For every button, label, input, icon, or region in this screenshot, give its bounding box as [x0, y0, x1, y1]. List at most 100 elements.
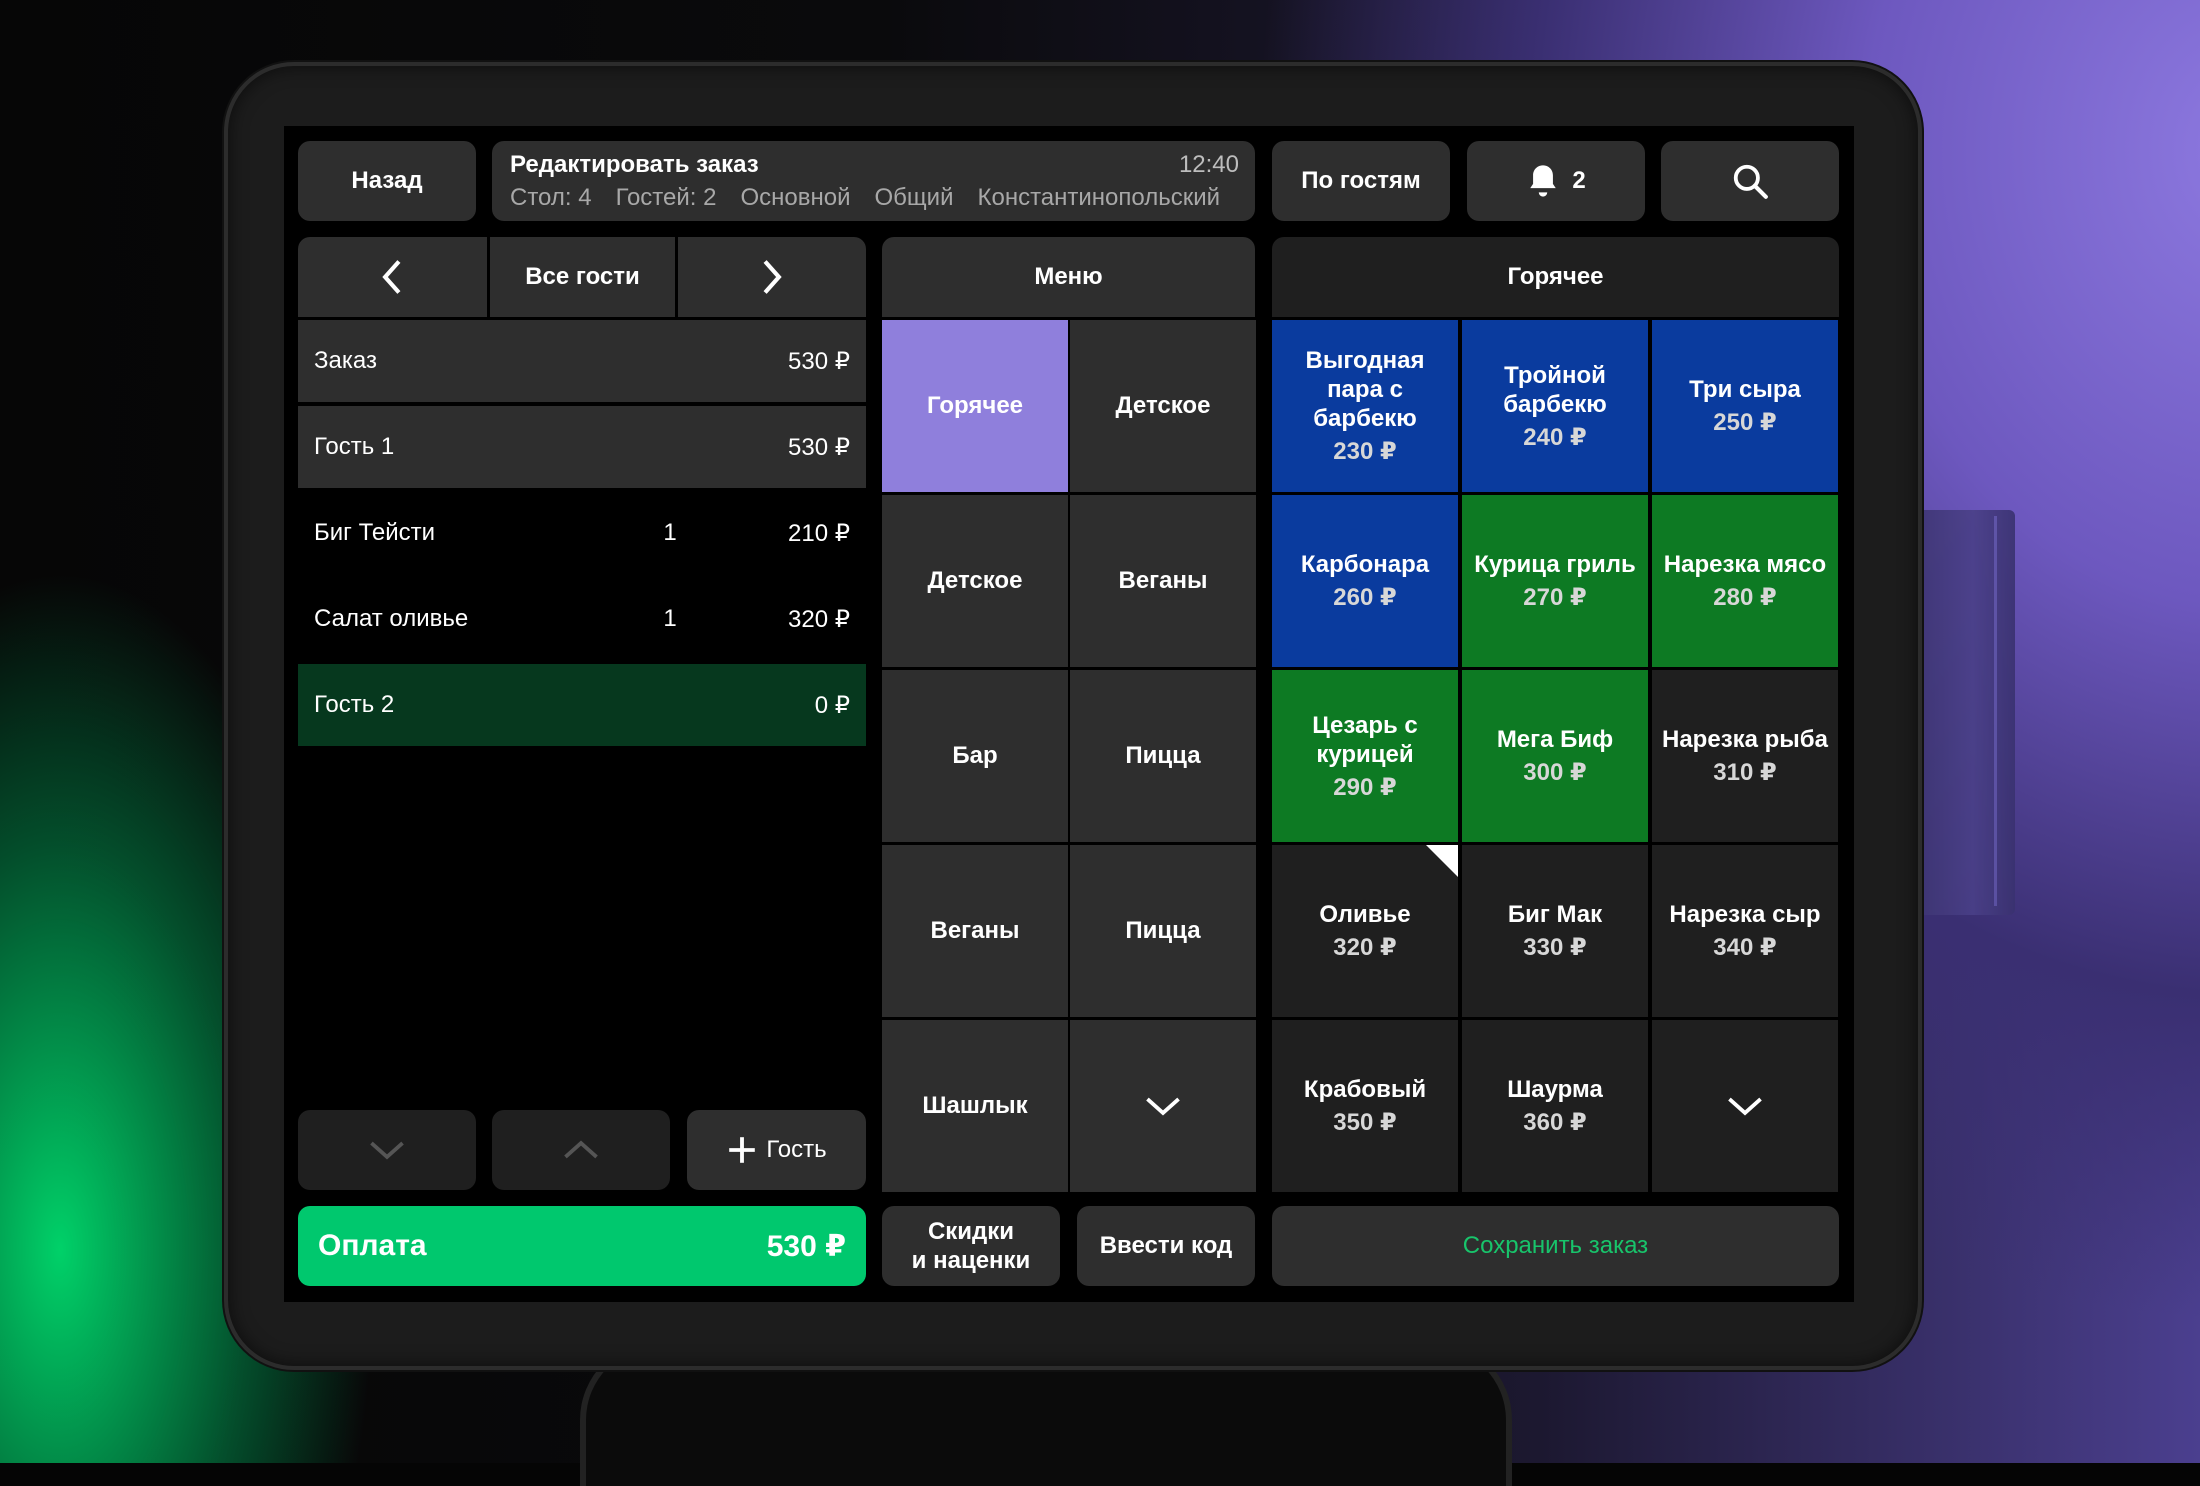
category-tile[interactable]: Шашлык: [882, 1020, 1068, 1192]
dish-name: Оливье: [1319, 901, 1411, 928]
corner-marker-icon: [1426, 845, 1458, 877]
order-item-qty: 1: [663, 605, 677, 632]
dish-price: 260 ₽: [1333, 584, 1397, 611]
guest-name: Гость 1: [314, 433, 395, 460]
category-tile[interactable]: Пицца: [1070, 845, 1256, 1017]
dish-price: 330 ₽: [1523, 934, 1587, 961]
order-summary-row[interactable]: Заказ 530 ₽: [298, 320, 866, 402]
scroll-up-button[interactable]: [492, 1110, 670, 1190]
notifications-button[interactable]: 2: [1467, 141, 1645, 221]
order-summary-total: 530 ₽: [788, 347, 850, 375]
dish-tile[interactable]: Выгодная пара с барбекю 230 ₽: [1272, 320, 1458, 492]
chevron-down-icon: [1146, 1097, 1180, 1116]
clock: 12:40: [1178, 151, 1239, 178]
dish-name: Тройной барбекю: [1503, 361, 1607, 418]
plus-icon: [729, 1137, 756, 1163]
dishes-more-button[interactable]: [1652, 1020, 1838, 1192]
order-summary-label: Заказ: [314, 347, 377, 374]
dish-tile[interactable]: Биг Мак 330 ₽: [1462, 845, 1648, 1017]
dish-tile[interactable]: Нарезка сыр 340 ₽: [1652, 845, 1838, 1017]
category-tile[interactable]: Детское: [1070, 320, 1256, 492]
add-guest-label: Гость: [766, 1136, 827, 1163]
pay-amount: 530 ₽: [766, 1229, 846, 1263]
dish-tile[interactable]: Шаурма 360 ₽: [1462, 1020, 1648, 1192]
back-button[interactable]: Назад: [298, 141, 476, 221]
dish-name: Крабовый: [1303, 1076, 1427, 1103]
guest-row[interactable]: Гость 1 530 ₽: [298, 406, 866, 488]
order-item-row[interactable]: Биг Тейсти 1 210 ₽: [298, 492, 866, 574]
waiter-name: Константинопольский: [977, 184, 1221, 211]
dish-tile[interactable]: Три сыра 250 ₽: [1652, 320, 1838, 492]
guest-row-selected[interactable]: Гость 2 0 ₽: [298, 664, 866, 746]
guest-total: 530 ₽: [788, 433, 850, 461]
save-order-button[interactable]: Сохранить заказ: [1272, 1206, 1839, 1286]
dish-name: Нарезка рыба: [1662, 726, 1828, 753]
notifications-count: 2: [1572, 167, 1586, 194]
order-meta: Стол: 4 Гостей: 2 Основной Общий Констан…: [510, 184, 1220, 212]
discounts-label-line1: Скидки: [927, 1218, 1015, 1245]
enter-code-button[interactable]: Ввести код: [1077, 1206, 1255, 1286]
next-guest-button[interactable]: [678, 237, 866, 317]
search-button[interactable]: [1661, 141, 1839, 221]
dish-price: 360 ₽: [1523, 1109, 1587, 1136]
page-title: Редактировать заказ: [510, 151, 759, 178]
dishes-header: Горячее: [1272, 237, 1839, 317]
dish-name: Нарезка мясо: [1663, 551, 1827, 578]
guest-name: Гость 2: [314, 691, 395, 718]
category-tile[interactable]: Детское: [882, 495, 1068, 667]
by-guests-button[interactable]: По гостям: [1272, 141, 1450, 221]
dish-price: 320 ₽: [1333, 934, 1397, 961]
dish-price: 230 ₽: [1333, 438, 1397, 465]
dish-name: Карбонара: [1300, 551, 1430, 578]
chevron-left-icon: [382, 260, 401, 294]
order-item-row[interactable]: Салат оливье 1 320 ₽: [298, 578, 866, 660]
bell-icon: [1530, 165, 1557, 197]
dish-name: Три сыра: [1689, 376, 1801, 403]
chevron-down-icon: [1728, 1097, 1762, 1116]
dish-tile[interactable]: Нарезка мясо 280 ₽: [1652, 495, 1838, 667]
categories-more-button[interactable]: [1070, 1020, 1256, 1192]
search-icon: [1733, 164, 1768, 199]
dish-price: 300 ₽: [1523, 759, 1587, 786]
dish-tile[interactable]: Оливье 320 ₽: [1272, 845, 1458, 1017]
device-stand-side: [1910, 510, 2015, 915]
pay-button[interactable]: Оплата 530 ₽: [298, 1206, 866, 1286]
order-info-panel: Редактировать заказ 12:40 Стол: 4 Гостей…: [492, 141, 1255, 221]
table-number: Стол: 4: [510, 184, 592, 211]
dish-price: 240 ₽: [1523, 423, 1587, 451]
dish-price: 280 ₽: [1713, 584, 1777, 611]
dish-name: Шаурма: [1507, 1076, 1603, 1103]
dish-name: Выгодная пара с барбекю: [1305, 347, 1425, 432]
dish-tile[interactable]: Карбонара 260 ₽: [1272, 495, 1458, 667]
dish-name: Мега Биф: [1496, 726, 1614, 753]
order-item-qty: 1: [663, 519, 677, 546]
dish-price: 310 ₽: [1713, 759, 1777, 786]
menu-header: Меню: [882, 237, 1255, 317]
menu-type: Общий: [874, 184, 954, 211]
category-tile[interactable]: Веганы: [1070, 495, 1256, 667]
category-tile-selected[interactable]: Горячее: [882, 320, 1068, 492]
dish-tile[interactable]: Курица гриль 270 ₽: [1462, 495, 1648, 667]
category-tile[interactable]: Пицца: [1070, 670, 1256, 842]
dish-tile[interactable]: Нарезка рыба 310 ₽: [1652, 670, 1838, 842]
dish-tile[interactable]: Тройной барбекю 240 ₽: [1462, 320, 1648, 492]
add-guest-button[interactable]: Гость: [687, 1110, 866, 1190]
category-tile[interactable]: Бар: [882, 670, 1068, 842]
order-item-price: 320 ₽: [788, 605, 850, 633]
chevron-up-icon: [564, 1140, 598, 1159]
discounts-button[interactable]: Скидки и наценки: [882, 1206, 1060, 1286]
discounts-label-line2: и наценки: [911, 1247, 1031, 1274]
chevron-down-icon: [370, 1141, 404, 1160]
dish-name: Биг Мак: [1507, 901, 1603, 928]
dish-tile[interactable]: Цезарь с курицей 290 ₽: [1272, 670, 1458, 842]
dish-price: 250 ₽: [1713, 409, 1777, 436]
prev-guest-button[interactable]: [298, 237, 486, 317]
all-guests-button[interactable]: Все гости: [490, 237, 675, 317]
scroll-down-button[interactable]: [298, 1110, 476, 1190]
dish-tile[interactable]: Мега Биф 300 ₽: [1462, 670, 1648, 842]
dish-name: Курица гриль: [1474, 551, 1636, 578]
chevron-right-icon: [763, 260, 782, 294]
order-item-price: 210 ₽: [788, 519, 850, 547]
category-tile[interactable]: Веганы: [882, 845, 1068, 1017]
dish-tile[interactable]: Крабовый 350 ₽: [1272, 1020, 1458, 1192]
